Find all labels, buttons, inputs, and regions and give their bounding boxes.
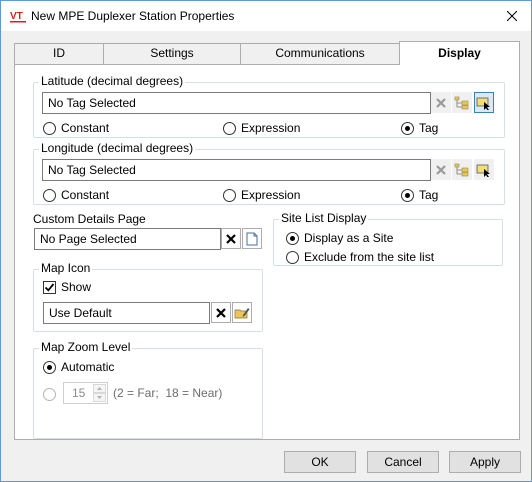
site-list-group: Site List Display Display as a Site Excl… (273, 211, 503, 266)
map-zoom-group-label: Map Zoom Level (39, 340, 133, 354)
select-tag-icon (476, 97, 490, 110)
folder-edit-icon (234, 307, 250, 318)
zoom-up-button[interactable] (93, 384, 106, 393)
display-as-site-option[interactable]: Display as a Site (286, 230, 393, 246)
tag-tree-icon (454, 163, 469, 176)
zoom-manual-radio[interactable] (43, 387, 56, 401)
longitude-tag-label: Tag (419, 188, 439, 202)
svg-text:VT: VT (10, 11, 23, 22)
latitude-expression-radio[interactable] (223, 121, 236, 135)
close-button[interactable] (497, 3, 527, 29)
apply-button[interactable]: Apply (449, 451, 521, 473)
latitude-tag-radio[interactable] (401, 121, 414, 135)
zoom-level-value: 15 (72, 386, 86, 400)
latitude-expression-label: Expression (241, 121, 301, 135)
latitude-tag-option[interactable]: Tag (401, 120, 438, 136)
zoom-automatic-option[interactable]: Automatic (43, 359, 114, 375)
latitude-clear-button[interactable] (431, 92, 451, 113)
longitude-expression-radio[interactable] (223, 188, 236, 202)
longitude-group-label: Longitude (decimal degrees) (39, 141, 196, 155)
latitude-expression-option[interactable]: Expression (223, 120, 300, 136)
tab-id[interactable]: ID (14, 43, 104, 64)
clear-x-icon (436, 164, 446, 175)
longitude-browse-tree-button[interactable] (452, 159, 472, 180)
cancel-button[interactable]: Cancel (367, 451, 439, 473)
tag-tree-icon (454, 96, 469, 109)
chevron-up-icon (97, 387, 102, 390)
display-tab-panel: Latitude (decimal degrees) No Tag Select… (14, 64, 520, 440)
map-icon-group-label: Map Icon (39, 261, 93, 275)
latitude-constant-radio[interactable] (43, 121, 56, 135)
custom-details-label: Custom Details Page (33, 212, 146, 226)
latitude-browse-tree-button[interactable] (452, 92, 472, 113)
select-tag-icon (476, 164, 490, 177)
clear-x-icon (226, 233, 236, 244)
latitude-constant-option[interactable]: Constant (43, 120, 109, 136)
chevron-down-icon (97, 396, 102, 399)
checkmark-icon (44, 282, 55, 292)
longitude-tag-field[interactable]: No Tag Selected (42, 159, 431, 181)
exclude-site-option[interactable]: Exclude from the site list (286, 249, 434, 265)
latitude-select-tag-button[interactable] (474, 92, 494, 113)
latitude-constant-label: Constant (61, 121, 110, 135)
tab-settings[interactable]: Settings (103, 43, 241, 64)
site-list-group-label: Site List Display (279, 211, 369, 225)
custom-details-clear-button[interactable] (221, 228, 241, 249)
longitude-expression-label: Expression (241, 188, 301, 202)
custom-details-browse-button[interactable] (242, 228, 262, 249)
map-zoom-group: Map Zoom Level Automatic 15 (2 = Far; 18… (33, 340, 263, 439)
longitude-tag-radio[interactable] (401, 188, 414, 202)
longitude-constant-label: Constant (61, 188, 110, 202)
exclude-site-label: Exclude from the site list (304, 250, 435, 264)
map-icon-clear-button[interactable] (211, 302, 231, 323)
longitude-expression-option[interactable]: Expression (223, 187, 300, 203)
longitude-constant-radio[interactable] (43, 188, 56, 202)
clear-x-icon (216, 307, 226, 318)
latitude-group-label: Latitude (decimal degrees) (39, 74, 186, 88)
custom-details-field[interactable]: No Page Selected (34, 228, 221, 250)
show-icon-label: Show (61, 280, 92, 294)
title-bar: VT New MPE Duplexer Station Properties (1, 1, 531, 31)
latitude-tag-label: Tag (419, 121, 439, 135)
zoom-down-button[interactable] (93, 393, 106, 402)
zoom-manual-option[interactable] (43, 386, 56, 402)
latitude-group: Latitude (decimal degrees) No Tag Select… (33, 74, 505, 138)
vt-logo-icon: VT (10, 9, 28, 23)
display-as-site-label: Display as a Site (304, 231, 394, 245)
zoom-hint: (2 = Far; 18 = Near) (113, 386, 223, 400)
display-as-site-radio[interactable] (286, 231, 299, 245)
properties-dialog: VT New MPE Duplexer Station Properties I… (0, 0, 532, 482)
longitude-tag-option[interactable]: Tag (401, 187, 438, 203)
tab-communications[interactable]: Communications (240, 43, 400, 64)
tab-strip: ID Settings Communications Display (14, 41, 520, 65)
close-icon (507, 11, 517, 21)
window-title: New MPE Duplexer Station Properties (31, 9, 235, 23)
map-icon-group: Map Icon Show Use Default (33, 261, 263, 332)
zoom-level-spinner[interactable]: 15 (63, 382, 108, 404)
zoom-automatic-label: Automatic (61, 360, 115, 374)
show-icon-option[interactable]: Show (43, 279, 91, 295)
longitude-group: Longitude (decimal degrees) No Tag Selec… (33, 141, 505, 205)
ok-button[interactable]: OK (284, 451, 356, 473)
show-icon-checkbox[interactable] (43, 280, 56, 294)
longitude-select-tag-button[interactable] (474, 159, 494, 180)
longitude-constant-option[interactable]: Constant (43, 187, 109, 203)
zoom-automatic-radio[interactable] (43, 360, 56, 374)
map-icon-field[interactable]: Use Default (43, 302, 210, 324)
longitude-clear-button[interactable] (431, 159, 451, 180)
page-icon (246, 232, 258, 245)
map-icon-browse-button[interactable] (232, 302, 252, 323)
latitude-tag-field[interactable]: No Tag Selected (42, 92, 431, 114)
tab-display[interactable]: Display (399, 41, 520, 65)
clear-x-icon (436, 97, 446, 108)
exclude-site-radio[interactable] (286, 250, 299, 264)
